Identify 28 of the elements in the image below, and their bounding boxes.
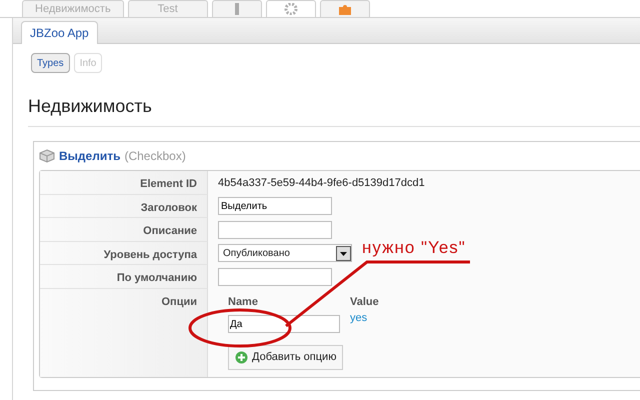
element-name: Выделить (59, 148, 120, 165)
cube-icon (39, 149, 55, 163)
plus-icon (235, 351, 248, 364)
input-field[interactable]: Да (228, 315, 340, 333)
page-heading: Недвижимость (28, 93, 640, 127)
top-tab[interactable] (320, 0, 370, 17)
app-tab[interactable]: JBZoo App (21, 21, 98, 44)
dropdown[interactable]: Опубликовано (218, 244, 352, 262)
input-field[interactable] (218, 268, 332, 286)
field-label: Уровень доступа (104, 248, 197, 262)
field-label: Заголовок (140, 200, 197, 216)
field-label: По умолчанию (116, 271, 197, 286)
top-tab[interactable] (266, 0, 316, 17)
column-header: Name (228, 294, 259, 310)
option-value: yes (350, 311, 368, 326)
element-id-value: 4b54a337-5e59-44b4-9fe6-d5139d17dcd1 (218, 176, 425, 190)
field-label: Опции (162, 294, 197, 310)
sub-tab-button[interactable]: Types (31, 53, 70, 73)
input-field[interactable]: Выделить (218, 197, 332, 216)
gear-icon (282, 3, 299, 15)
column-header: Value (350, 294, 379, 310)
field-label: Описание (143, 224, 197, 239)
top-tab[interactable] (212, 0, 262, 17)
field-label: Element ID (140, 177, 197, 192)
add-option-button[interactable]: Добавить опцию (228, 345, 344, 370)
input-field[interactable] (218, 220, 332, 239)
annotation-text: нужно "Yes" (362, 237, 466, 259)
element-type: (Checkbox) (124, 148, 186, 165)
